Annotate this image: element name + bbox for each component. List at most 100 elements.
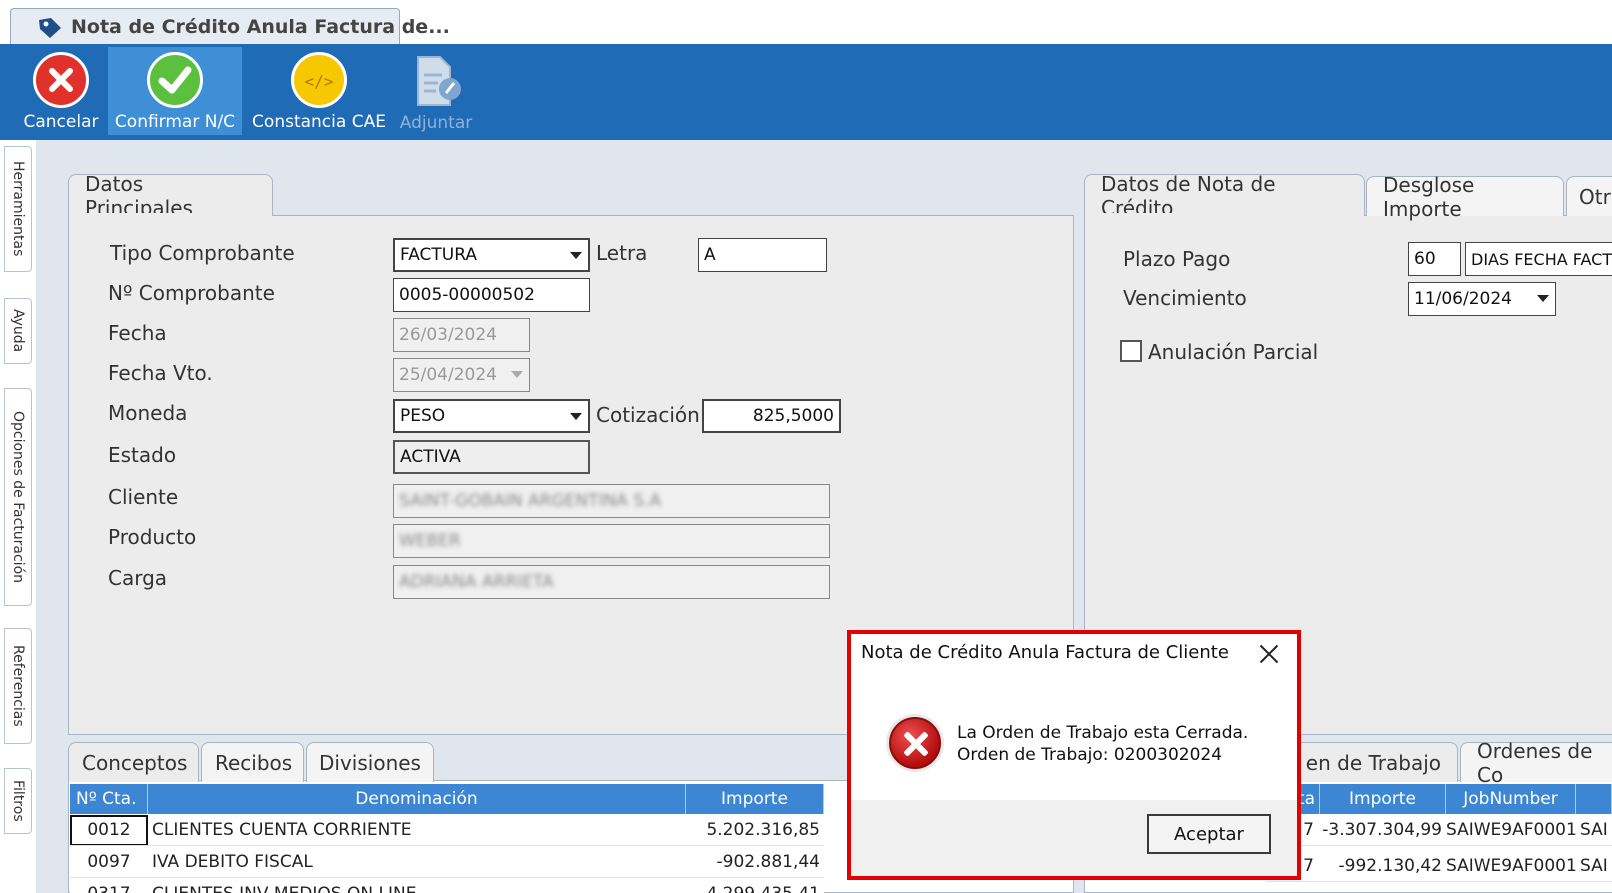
carga-label: Carga <box>108 566 168 590</box>
cell-importe: -992.130,42 <box>1338 856 1442 876</box>
cell-importe: -902.881,44 <box>716 852 820 872</box>
constancia-cae-button[interactable]: </> Constancia CAE <box>250 47 388 135</box>
column-header-label: Importe <box>1349 789 1416 809</box>
cliente-value: SAINT-GOBAIN ARGENTINA S.A <box>399 491 662 511</box>
side-tab-ayuda[interactable]: Ayuda <box>4 298 32 364</box>
cell-denominacion: CLIENTES INV MEDIOS ON LINE <box>148 884 686 893</box>
estado-label: Estado <box>108 443 177 467</box>
tab-label: Recibos <box>215 750 293 775</box>
cliente-field: SAINT-GOBAIN ARGENTINA S.A <box>393 484 830 518</box>
tab-datos-principales[interactable]: Datos Principales <box>68 172 273 220</box>
column-header-importe[interactable]: Importe <box>686 784 824 814</box>
dialog-footer: Aceptar <box>851 800 1297 876</box>
tab-datos-nota-credito[interactable]: Datos de Nota de Crédito <box>1084 172 1365 220</box>
nro-comprobante-value: 0005-00000502 <box>399 285 535 305</box>
moneda-label: Moneda <box>108 401 188 425</box>
cancel-icon <box>33 52 89 108</box>
vencimiento-date-picker[interactable]: 11/06/2024 <box>1408 282 1556 316</box>
estado-field: ACTIVA <box>393 440 590 474</box>
confirm-nc-button[interactable]: Confirmar N/C <box>108 47 242 135</box>
error-icon <box>889 717 941 769</box>
side-tab-herramientas[interactable]: Herramientas <box>4 146 32 272</box>
cancel-button[interactable]: Cancelar <box>20 47 102 135</box>
document-tab[interactable]: Nota de Crédito Anula Factura de... <box>10 8 450 45</box>
tab-label: Conceptos <box>82 750 188 775</box>
dialog-message-line2: Orden de Trabajo: 0200302024 <box>957 745 1223 765</box>
tipo-comprobante-label: Tipo Comprobante <box>110 241 295 265</box>
table-row[interactable]: 0317 CLIENTES INV MEDIOS ON LINE 4.299.4… <box>70 879 824 893</box>
check-icon <box>147 52 203 108</box>
table-row[interactable]: 7 -3.307.304,99 SAIWE9AF0001 SAI <box>1266 815 1612 846</box>
producto-label: Producto <box>108 525 197 549</box>
cell-jobnumber: SAIWE9AF0001 <box>1446 820 1577 840</box>
column-header-jobnumber[interactable]: JobNumber <box>1446 784 1576 814</box>
side-tab-opciones-facturacion[interactable]: Opciones de Facturación <box>4 388 32 606</box>
tab-divisiones[interactable]: Divisiones <box>306 742 434 782</box>
fecha-label: Fecha <box>108 321 167 345</box>
tab-recibos[interactable]: Recibos <box>201 742 304 782</box>
anulacion-parcial-checkbox[interactable] <box>1120 340 1142 362</box>
carga-value: ADRIANA ARRIETA <box>399 572 554 592</box>
plazo-pago-label: Plazo Pago <box>1123 247 1231 271</box>
app-tag-icon <box>39 18 61 38</box>
cell-extra: SAI <box>1580 820 1608 840</box>
tab-desglose-importe[interactable]: Desglose Importe <box>1366 173 1564 221</box>
side-tab-filtros[interactable]: Filtros <box>4 768 32 834</box>
side-tab-label: Herramientas <box>10 161 26 257</box>
column-header-label: Importe <box>721 789 788 809</box>
cell-denominacion: CLIENTES CUENTA CORRIENTE <box>152 820 412 840</box>
table-row[interactable]: 7 -992.130,42 SAIWE9AF0001 SAI <box>1266 851 1612 882</box>
tab-label: Otr <box>1579 184 1611 209</box>
cotizacion-field[interactable]: 825,5000 <box>702 399 841 433</box>
table-row[interactable]: 0097 IVA DEBITO FISCAL -902.881,44 <box>70 847 824 878</box>
dialog-title: Nota de Crédito Anula Factura de Cliente <box>861 642 1229 663</box>
tab-otros[interactable]: Otr <box>1566 176 1612 216</box>
table-row[interactable]: 0012 CLIENTES CUENTA CORRIENTE 5.202.316… <box>70 815 824 846</box>
attach-button[interactable]: Adjuntar <box>394 47 478 135</box>
plazo-pago-field[interactable]: 60 <box>1408 242 1461 276</box>
nro-comprobante-field[interactable]: 0005-00000502 <box>393 278 590 312</box>
column-header-cta[interactable]: Nº Cta. <box>70 784 148 814</box>
dialog-message-line1: La Orden de Trabajo esta Cerrada. <box>957 723 1249 743</box>
document-tab-title: Nota de Crédito Anula Factura de... <box>71 16 450 38</box>
side-tab-label: Opciones de Facturación <box>10 410 26 583</box>
letra-label: Letra <box>596 241 648 265</box>
cotizacion-value: 825,5000 <box>752 406 834 426</box>
vencimiento-label: Vencimiento <box>1123 286 1247 310</box>
plazo-pago-desc-field: DIAS FECHA FACTU <box>1465 242 1612 276</box>
moneda-select[interactable]: PESO <box>393 399 590 433</box>
cell-cta[interactable]: 0012 <box>70 815 148 845</box>
tab-label: Divisiones <box>319 750 421 775</box>
fecha-field: 26/03/2024 <box>393 318 530 352</box>
column-header-importe[interactable]: Importe <box>1320 784 1446 814</box>
letra-value: A <box>704 245 716 265</box>
tab-conceptos[interactable]: Conceptos <box>68 742 199 782</box>
code-icon: </> <box>291 52 347 108</box>
fecha-vto-field: 25/04/2024 <box>393 358 530 392</box>
column-header-extra[interactable] <box>1576 784 1612 814</box>
close-icon[interactable] <box>1257 642 1281 666</box>
cell-extra: SAI <box>1580 856 1608 876</box>
tab-label: Desglose Importe <box>1383 172 1475 221</box>
aceptar-button[interactable]: Aceptar <box>1147 814 1271 854</box>
chevron-down-icon <box>1537 295 1549 302</box>
letra-field[interactable]: A <box>698 238 827 272</box>
attach-label: Adjuntar <box>399 113 473 133</box>
tab-ordenes-de-compra[interactable]: Ordenes de Co <box>1460 739 1612 787</box>
cancel-label: Cancelar <box>23 112 99 132</box>
dialog-message: La Orden de Trabajo esta Cerrada. Orden … <box>957 722 1248 766</box>
tab-label: Ordenes de Co <box>1477 738 1593 787</box>
fecha-vto-value: 25/04/2024 <box>399 365 497 385</box>
column-header-label: Nº Cta. <box>76 789 137 809</box>
tab-label: en de Trabajo <box>1305 750 1441 775</box>
column-header-denominacion[interactable]: Denominación <box>148 784 686 814</box>
tipo-comprobante-select[interactable]: FACTURA <box>393 238 590 272</box>
side-tab-referencias[interactable]: Referencias <box>4 628 32 744</box>
vencimiento-value: 11/06/2024 <box>1414 289 1512 309</box>
side-tab-label: Filtros <box>10 780 26 822</box>
anulacion-parcial-label: Anulación Parcial <box>1148 340 1319 364</box>
side-tab-strip: Herramientas Ayuda Opciones de Facturaci… <box>0 140 34 893</box>
producto-field: WEBER <box>393 524 830 558</box>
error-dialog: Nota de Crédito Anula Factura de Cliente… <box>847 630 1301 880</box>
chevron-down-icon <box>570 252 582 259</box>
